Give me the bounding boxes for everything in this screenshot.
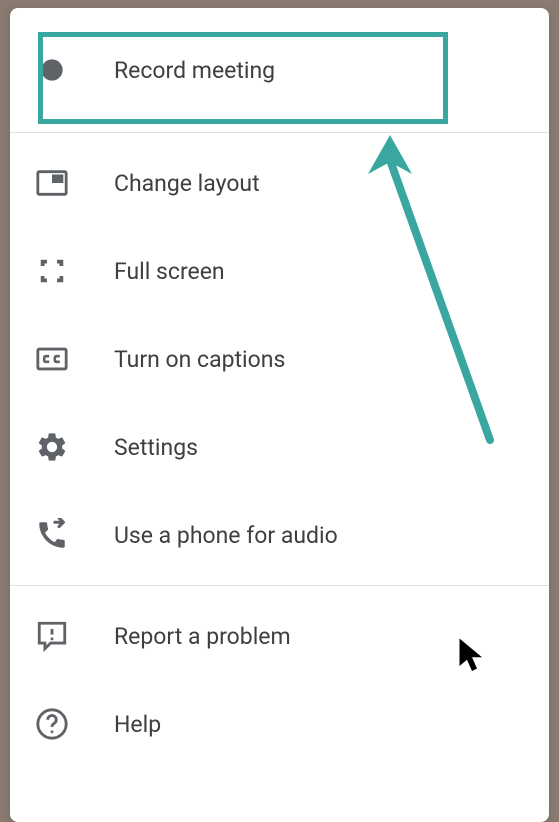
menu-item-label: Help (114, 711, 161, 738)
menu-section-main: Change layout Full screen Turn on captio… (10, 133, 549, 585)
captions-icon (34, 341, 70, 377)
phone-icon (34, 517, 70, 553)
gear-icon (34, 429, 70, 465)
menu-item-label: Settings (114, 434, 198, 461)
feedback-icon (34, 618, 70, 654)
menu-section-record: Record meeting (10, 8, 549, 132)
menu-item-label: Full screen (114, 258, 225, 285)
help-icon (34, 706, 70, 742)
fullscreen-icon (34, 253, 70, 289)
meeting-options-menu: Record meeting Change layout Full screen (10, 8, 549, 822)
help-item[interactable]: Help (10, 680, 549, 768)
menu-item-label: Change layout (114, 170, 260, 197)
menu-item-label: Report a problem (114, 623, 291, 650)
turn-on-captions-item[interactable]: Turn on captions (10, 315, 549, 403)
menu-item-label: Use a phone for audio (114, 522, 338, 549)
menu-item-label: Record meeting (114, 57, 275, 84)
layout-icon (34, 165, 70, 201)
menu-item-label: Turn on captions (114, 346, 285, 373)
record-meeting-item[interactable]: Record meeting (10, 22, 549, 118)
report-problem-item[interactable]: Report a problem (10, 592, 549, 680)
phone-audio-item[interactable]: Use a phone for audio (10, 491, 549, 579)
change-layout-item[interactable]: Change layout (10, 139, 549, 227)
settings-item[interactable]: Settings (10, 403, 549, 491)
menu-section-support: Report a problem Help (10, 586, 549, 774)
full-screen-item[interactable]: Full screen (10, 227, 549, 315)
record-icon (34, 52, 70, 88)
